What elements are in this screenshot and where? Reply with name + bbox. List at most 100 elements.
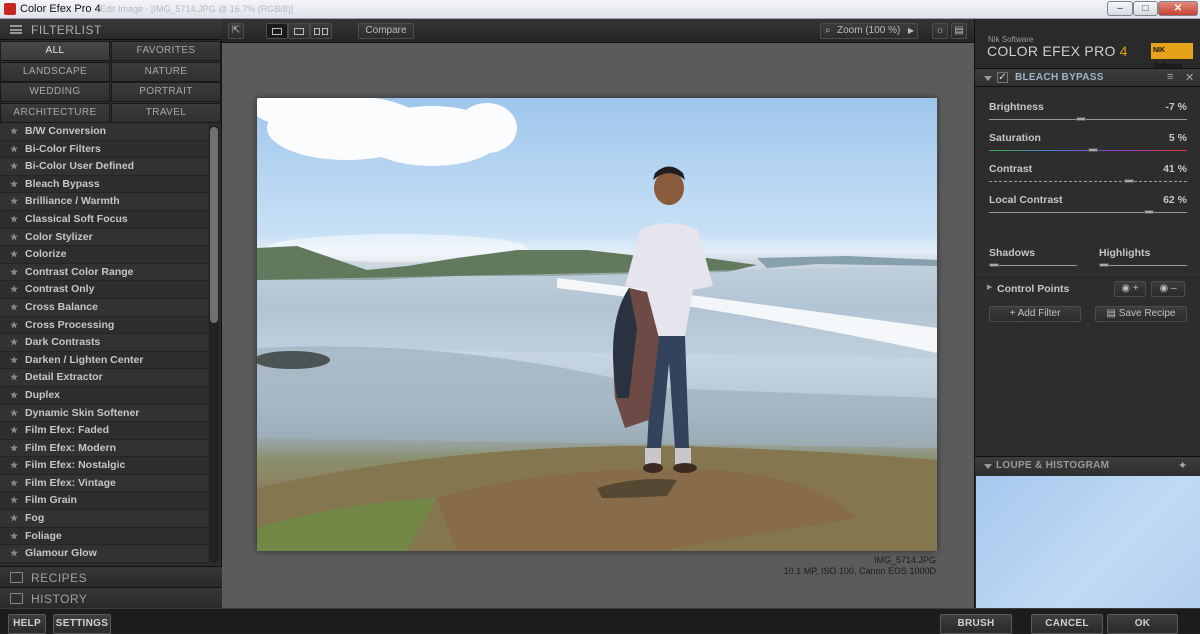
favorite-star-icon[interactable]: ★ <box>10 141 18 159</box>
favorite-star-icon[interactable]: ★ <box>10 317 18 335</box>
filter-item[interactable]: ★ Foliage <box>0 527 208 546</box>
slider-knob[interactable] <box>1123 179 1134 183</box>
filter-item[interactable]: ★ Bi-Color Filters <box>0 140 208 159</box>
category-portrait[interactable]: PORTRAIT <box>111 82 221 102</box>
filter-item[interactable]: ★ Film Efex: Faded <box>0 422 208 440</box>
lightbulb-icon[interactable]: ☼ <box>932 23 948 39</box>
favorite-star-icon[interactable]: ★ <box>10 457 18 475</box>
help-button[interactable]: HELP <box>8 614 46 634</box>
favorite-star-icon[interactable]: ★ <box>10 545 18 563</box>
side-by-side-view-button[interactable] <box>310 23 332 39</box>
slider-knob[interactable] <box>1087 148 1098 152</box>
filter-item[interactable]: ★ Bi-Color User Defined <box>0 158 208 176</box>
favorite-star-icon[interactable]: ★ <box>10 123 18 141</box>
remove-control-point-button[interactable]: ◉ – <box>1151 281 1185 297</box>
filter-remove-icon[interactable]: ✕ <box>1185 71 1194 84</box>
panel-toggle-icon[interactable]: ▤ <box>951 23 967 39</box>
export-icon[interactable]: ⇱ <box>228 23 244 39</box>
settings-button[interactable]: SETTINGS <box>53 614 111 634</box>
filter-item[interactable]: ★ Detail Extractor <box>0 369 208 387</box>
cancel-button[interactable]: CANCEL <box>1031 614 1103 634</box>
control-points-arrow-icon[interactable]: ▶ <box>987 283 992 291</box>
filter-item[interactable]: ★ B/W Conversion <box>0 123 208 141</box>
favorite-star-icon[interactable]: ★ <box>10 475 18 493</box>
shadows-track[interactable] <box>989 265 1077 266</box>
shadows-slider-knob[interactable] <box>989 263 999 267</box>
add-filter-button[interactable]: + Add Filter <box>989 306 1081 322</box>
filterlist-header[interactable]: FILTERLIST <box>0 19 222 40</box>
filter-item[interactable]: ★ Color Stylizer <box>0 228 208 247</box>
category-wedding[interactable]: WEDDING <box>0 82 110 102</box>
filter-header[interactable]: ✓ BLEACH BYPASS ≡ ✕ <box>975 68 1200 87</box>
filter-item[interactable]: ★ Contrast Color Range <box>0 263 208 282</box>
favorite-star-icon[interactable]: ★ <box>10 440 18 458</box>
favorite-star-icon[interactable]: ★ <box>10 176 18 194</box>
preview-photo[interactable] <box>257 98 937 551</box>
pin-icon[interactable]: ✦ <box>1178 459 1187 472</box>
history-section[interactable]: HISTORY <box>0 587 222 608</box>
favorite-star-icon[interactable]: ★ <box>10 387 18 405</box>
split-view-button[interactable] <box>288 23 310 39</box>
filter-menu-icon[interactable]: ≡ <box>1167 71 1173 83</box>
collapse-arrow-icon[interactable] <box>984 76 992 81</box>
favorite-star-icon[interactable]: ★ <box>10 229 18 247</box>
favorite-star-icon[interactable]: ★ <box>10 158 18 176</box>
category-travel[interactable]: TRAVEL <box>111 102 221 123</box>
ok-button[interactable]: OK <box>1107 614 1178 634</box>
slider-track[interactable] <box>989 212 1187 213</box>
loupe-collapse-icon[interactable] <box>984 464 992 469</box>
category-architecture[interactable]: ARCHITECTURE <box>0 102 110 123</box>
filter-item[interactable]: ★ Film Efex: Nostalgic <box>0 457 208 475</box>
category-favorites[interactable]: FAVORITES <box>111 41 221 61</box>
highlights-track[interactable] <box>1099 265 1187 266</box>
minimize-button[interactable]: – <box>1107 1 1133 16</box>
slider-track[interactable] <box>989 119 1187 120</box>
filter-item[interactable]: ★ Dynamic Skin Softener <box>0 404 208 423</box>
favorite-star-icon[interactable]: ★ <box>10 281 18 299</box>
slider-knob[interactable] <box>1076 117 1087 121</box>
filter-item[interactable]: ★ Bleach Bypass <box>0 175 208 194</box>
slider-knob[interactable] <box>1144 210 1155 214</box>
favorite-star-icon[interactable]: ★ <box>10 369 18 387</box>
filter-item[interactable]: ★ Cross Processing <box>0 316 208 335</box>
filter-item[interactable]: ★ Dark Contrasts <box>0 334 208 352</box>
maximize-button[interactable]: □ <box>1133 1 1158 16</box>
favorite-star-icon[interactable]: ★ <box>10 422 18 440</box>
favorite-star-icon[interactable]: ★ <box>10 193 18 211</box>
filter-item[interactable]: ★ Brilliance / Warmth <box>0 193 208 211</box>
favorite-star-icon[interactable]: ★ <box>10 264 18 282</box>
brush-button[interactable]: BRUSH <box>940 614 1012 634</box>
save-recipe-button[interactable]: ▤ Save Recipe <box>1095 306 1187 322</box>
filter-item[interactable]: ★ Classical Soft Focus <box>0 210 208 229</box>
zoom-dropdown[interactable]: ⌕ Zoom (100 %) ▶ <box>820 23 918 39</box>
filter-item[interactable]: ★ Colorize <box>0 246 208 264</box>
favorite-star-icon[interactable]: ★ <box>10 334 18 352</box>
add-control-point-button[interactable]: ◉ + <box>1114 281 1146 297</box>
loupe-header[interactable]: LOUPE & HISTOGRAM ✦ <box>975 456 1200 475</box>
compare-button[interactable]: Compare <box>358 23 414 39</box>
slider-track[interactable] <box>989 181 1187 182</box>
highlights-slider-knob[interactable] <box>1099 263 1109 267</box>
category-nature[interactable]: NATURE <box>111 61 221 82</box>
close-button[interactable]: ✕ <box>1158 1 1198 16</box>
scrollbar-thumb[interactable] <box>210 127 218 323</box>
favorite-star-icon[interactable]: ★ <box>10 246 18 264</box>
single-view-button[interactable] <box>266 23 288 39</box>
filter-item[interactable]: ★ Film Grain <box>0 492 208 511</box>
favorite-star-icon[interactable]: ★ <box>10 211 18 229</box>
category-landscape[interactable]: LANDSCAPE <box>0 61 110 82</box>
filter-item[interactable]: ★ Duplex <box>0 386 208 405</box>
filter-item[interactable]: ★ Cross Balance <box>0 298 208 317</box>
filter-item[interactable]: ★ Glamour Glow <box>0 545 208 563</box>
recipes-section[interactable]: RECIPES <box>0 566 222 587</box>
favorite-star-icon[interactable]: ★ <box>10 492 18 510</box>
filter-item[interactable]: ★ Film Efex: Modern <box>0 439 208 458</box>
category-all[interactable]: ALL <box>0 41 110 61</box>
filter-item[interactable]: ★ Fog <box>0 510 208 528</box>
filter-enable-checkbox[interactable]: ✓ <box>997 72 1008 83</box>
favorite-star-icon[interactable]: ★ <box>10 510 18 528</box>
favorite-star-icon[interactable]: ★ <box>10 299 18 317</box>
favorite-star-icon[interactable]: ★ <box>10 405 18 423</box>
filter-list-scrollbar[interactable] <box>209 125 219 563</box>
favorite-star-icon[interactable]: ★ <box>10 528 18 546</box>
